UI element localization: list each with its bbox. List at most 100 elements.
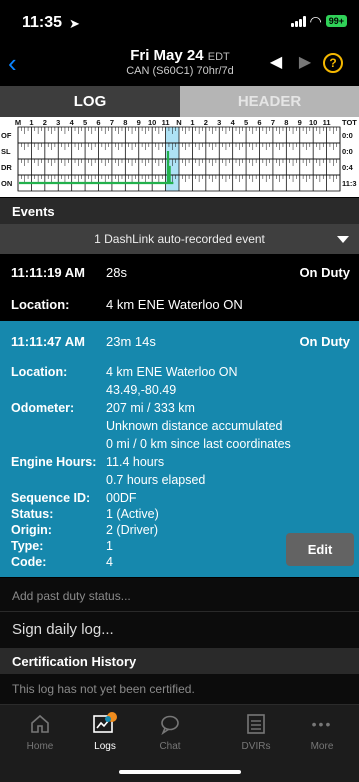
duty-status-grid[interactable]: M 1 2 3 4 5 6 7 8 9 10 11 N 1 2 3 4 5 6 7 8 9 10 11 TOT OF 0:0 SL 0:… — [0, 117, 359, 197]
hour-label: 7 — [271, 118, 275, 127]
ruleset-label: CAN (S60C1) 70hr/7d — [126, 65, 234, 77]
chevron-left-icon[interactable]: ‹ — [8, 50, 17, 76]
hour-label: 9 — [137, 118, 141, 127]
hour-label: 1 — [29, 118, 33, 127]
location-label: Location: — [11, 365, 68, 379]
status-time: 11:35 — [22, 14, 63, 31]
wifi-icon: ◠ — [309, 13, 322, 29]
row-label: SL — [1, 147, 11, 156]
banner-text: 1 DashLink auto-recorded event — [94, 232, 265, 246]
tab-label: More — [310, 741, 334, 752]
hour-label: 6 — [96, 118, 100, 127]
hour-label: 3 — [56, 118, 60, 127]
previous-day-button[interactable]: ◀ — [262, 51, 290, 75]
home-indicator — [119, 770, 241, 774]
hour-label: 8 — [123, 118, 127, 127]
certification-header: Certification History — [0, 648, 359, 674]
edit-button[interactable]: Edit — [286, 533, 354, 566]
tab-label: Home — [26, 741, 54, 752]
date-text: Fri May 24 — [130, 47, 204, 64]
events-header: Events — [0, 198, 359, 224]
more-icon: ••• — [311, 716, 333, 732]
tab-label: DVIRs — [241, 741, 271, 752]
event-row-1[interactable]: 11:11:19 AM 28s On Duty Location: 4 km E… — [0, 254, 359, 321]
sequence-id-value: 00DF — [106, 491, 137, 505]
row-total: 0:0 — [342, 131, 353, 140]
status-value: 1 (Active) — [106, 507, 159, 521]
hour-label: 11 — [323, 118, 331, 127]
location-arrow-icon: ➤ — [69, 16, 80, 31]
tab-label: Chat — [159, 741, 181, 752]
hour-label: 4 — [231, 118, 236, 127]
location-value: 4 km ENE Waterloo ON — [106, 365, 238, 379]
log-date: Fri May 24 EDT — [100, 47, 260, 64]
auto-recorded-banner[interactable]: 1 DashLink auto-recorded event — [0, 224, 359, 254]
row-label: OF — [1, 131, 12, 140]
row-label: ON — [1, 179, 12, 188]
code-label: Code: — [11, 555, 47, 569]
event-duration: 23m 14s — [106, 334, 156, 349]
tab-log[interactable]: LOG — [0, 86, 180, 117]
timezone-label: EDT — [207, 51, 230, 63]
distance-since: 0 mi / 0 km since last coordinates — [106, 437, 291, 451]
status-label: Status: — [11, 507, 54, 521]
hour-label: 5 — [244, 118, 248, 127]
duty-grid-svg: M 1 2 3 4 5 6 7 8 9 10 11 N 1 2 3 4 5 6 7 8 9 10 11 TOTOF 0:0SL 0:… — [1, 118, 357, 192]
event-location: 4 km ENE Waterloo ON — [106, 297, 243, 312]
location-label: Location: — [11, 297, 70, 312]
hour-label: 10 — [309, 118, 317, 127]
hour-label: 11 — [162, 118, 170, 127]
signal-icon — [290, 15, 306, 27]
code-value: 4 — [106, 555, 113, 569]
event-time: 11:11:19 AM — [11, 265, 85, 280]
tab-logs[interactable]: Logs — [73, 711, 137, 752]
hour-label: 6 — [257, 118, 261, 127]
hour-label: 5 — [83, 118, 87, 127]
tab-dvirs[interactable]: DVIRs — [224, 711, 288, 752]
coordinates-value: 43.49,-80.49 — [106, 383, 177, 397]
log-tabs: LOG HEADER — [0, 86, 359, 117]
hour-label: N — [176, 118, 181, 127]
event-row-2-selected[interactable]: 11:11:47 AM 23m 14s On Duty Location: 4 … — [0, 321, 359, 577]
log-header: ‹ Fri May 24 EDT CAN (S60C1) 70hr/7d ◀ ▶… — [0, 44, 359, 86]
tab-more[interactable]: ••• More — [290, 711, 354, 752]
row-total: 0:0 — [342, 147, 353, 156]
hour-label: 1 — [190, 118, 194, 127]
add-past-duty-status[interactable]: Add past duty status... — [0, 578, 359, 612]
question-circle-icon[interactable]: ? — [323, 53, 343, 73]
origin-value: 2 (Driver) — [106, 523, 159, 537]
row-label: DR — [1, 163, 12, 172]
hour-label: M — [15, 118, 21, 127]
certification-text: This log has not yet been certified. — [0, 674, 359, 704]
battery-icon: 99+ — [325, 15, 347, 27]
origin-label: Origin: — [11, 523, 52, 537]
hour-label: 8 — [284, 118, 288, 127]
chevron-down-icon — [337, 236, 349, 243]
tab-header[interactable]: HEADER — [180, 86, 359, 117]
odometer-label: Odometer: — [11, 401, 75, 415]
odometer-value: 207 mi / 333 km — [106, 401, 195, 415]
hour-label: 2 — [43, 118, 47, 127]
row-total: 11:3 — [342, 179, 357, 188]
hour-label: 3 — [217, 118, 221, 127]
tab-home[interactable]: Home — [8, 711, 72, 752]
hour-label: 2 — [204, 118, 208, 127]
event-time: 11:11:47 AM — [11, 334, 85, 349]
hour-label: 7 — [110, 118, 114, 127]
total-header: TOT — [342, 118, 357, 127]
next-day-button[interactable]: ▶ — [291, 51, 319, 75]
distance-note: Unknown distance accumulated — [106, 419, 283, 433]
engine-hours-label: Engine Hours: — [11, 455, 97, 469]
tab-chat[interactable]: Chat — [138, 711, 202, 752]
engine-hours-value: 11.4 hours — [106, 455, 165, 469]
sign-daily-log[interactable]: Sign daily log... — [0, 612, 359, 648]
status-bar: 11:35 ➤ ◠ 99+ — [0, 0, 359, 44]
tab-label: Logs — [94, 741, 116, 752]
event-status: On Duty — [299, 334, 350, 349]
sequence-id-label: Sequence ID: — [11, 491, 91, 505]
type-label: Type: — [11, 539, 44, 553]
hour-label: 10 — [148, 118, 156, 127]
home-icon — [8, 711, 72, 737]
chat-icon — [138, 711, 202, 737]
event-duration: 28s — [106, 265, 127, 280]
